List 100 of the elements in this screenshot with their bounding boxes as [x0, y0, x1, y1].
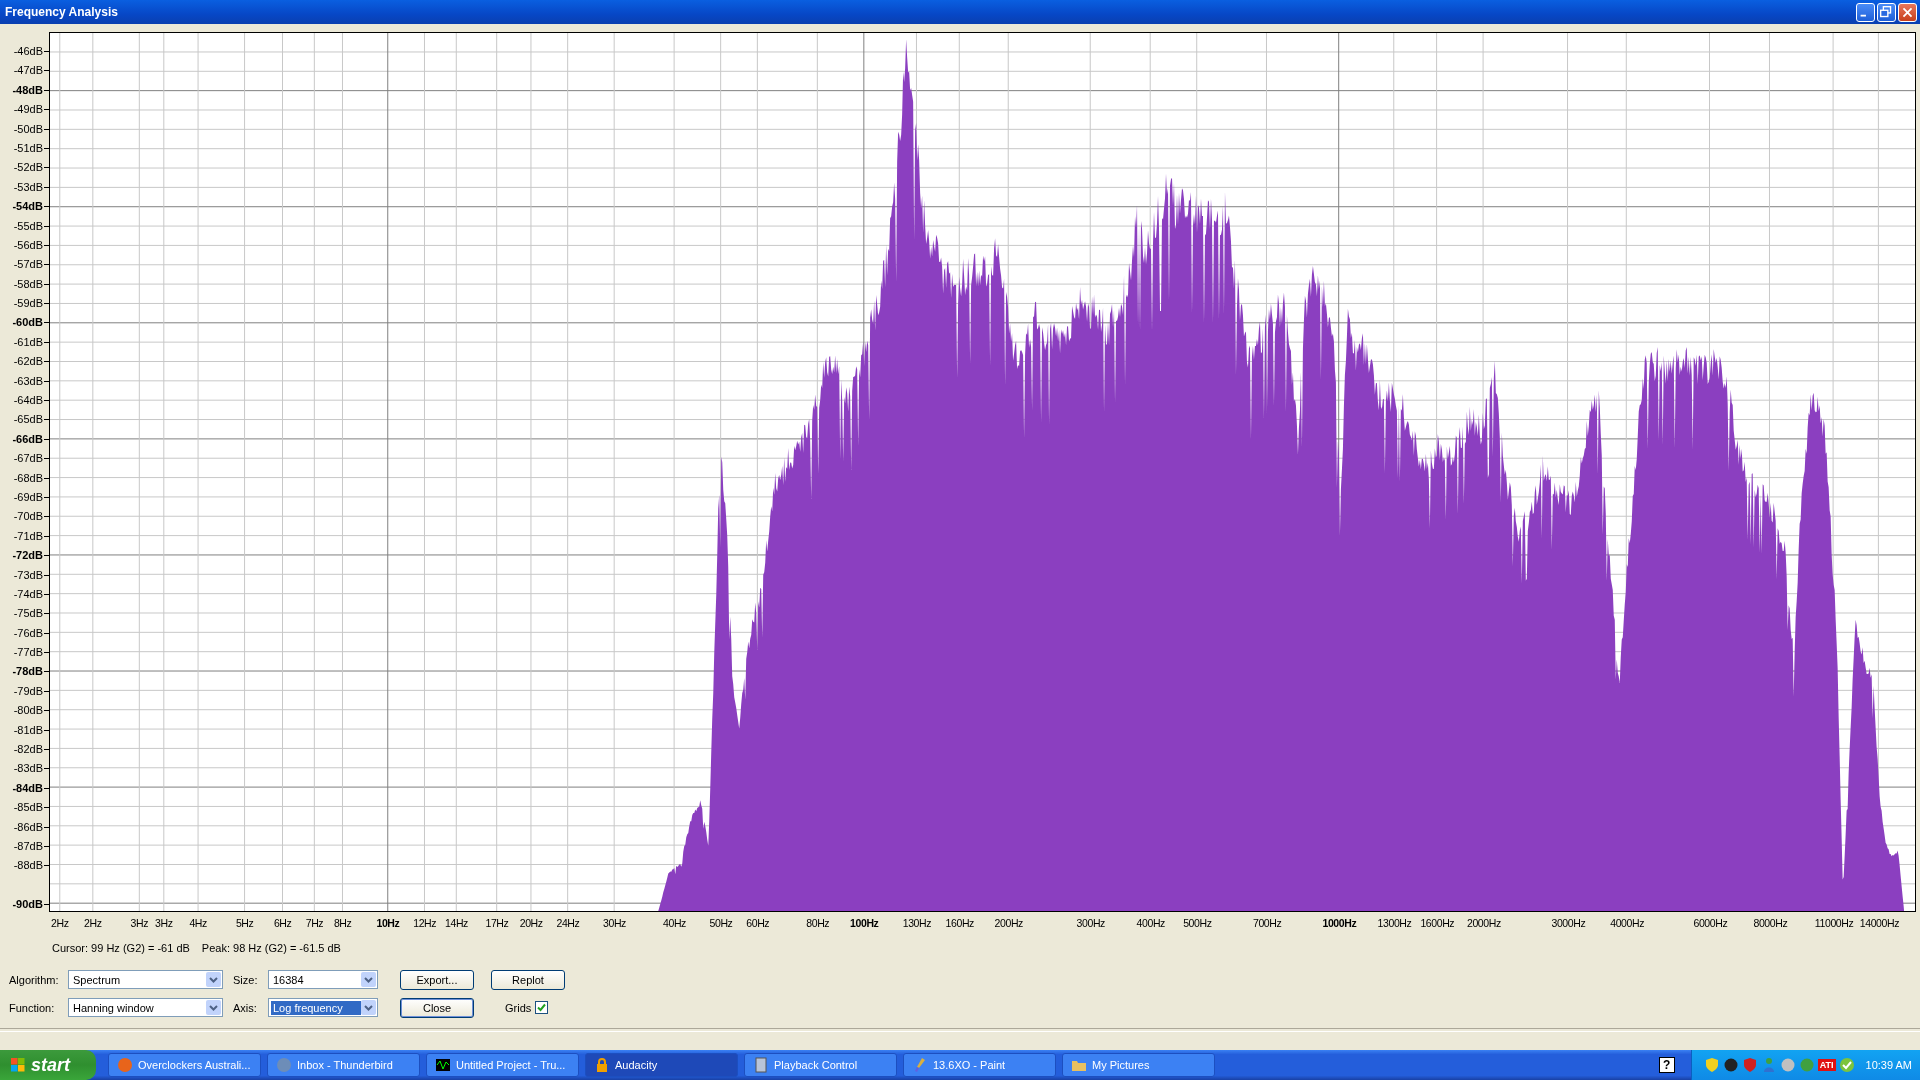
x-axis-label: 4000Hz [1610, 917, 1644, 929]
y-axis-label: -76dB [13, 626, 43, 639]
caret-icon [361, 972, 376, 987]
x-axis-label: 300Hz [1076, 917, 1105, 929]
y-axis-label: -50dB [13, 122, 43, 135]
x-axis-label: 14Hz [445, 917, 468, 929]
y-axis-label: -90dB [12, 898, 43, 911]
waveform-icon [435, 1057, 451, 1073]
y-axis-label: -54dB [12, 200, 43, 213]
lock-icon [594, 1057, 610, 1073]
field-label: Axis: [233, 1001, 258, 1014]
restore-button[interactable] [1877, 2, 1896, 22]
x-axis-label: 24Hz [556, 917, 580, 929]
y-axis-label: -74dB [13, 587, 43, 600]
y-axis-label: -58dB [13, 277, 43, 290]
grids-checkbox[interactable] [535, 1001, 549, 1014]
x-axis-label: 3000Hz [1551, 917, 1586, 929]
taskbar-button[interactable]: Audacity [585, 1053, 738, 1077]
y-axis-label: -67dB [13, 452, 43, 465]
x-axis-label: 60Hz [746, 917, 770, 929]
y-axis-label: -81dB [13, 723, 43, 736]
help-icon[interactable]: ? [1658, 1057, 1675, 1073]
caret-icon [206, 972, 221, 987]
y-axis-label: -59dB [13, 297, 43, 310]
y-axis-label: -62dB [13, 355, 43, 368]
x-axis-label: 4Hz [189, 917, 207, 929]
taskbar-button[interactable]: Untitled Project - Tru... [426, 1053, 579, 1077]
checkbox-label: Grids [505, 1001, 532, 1014]
taskbar-button[interactable]: My Pictures [1062, 1053, 1215, 1077]
field-label: Algorithm: [9, 973, 60, 986]
checkmark-icon[interactable] [1838, 1057, 1855, 1073]
y-axis-label: -66dB [12, 432, 43, 445]
y-axis-label: -65dB [13, 413, 43, 426]
dropdown[interactable]: Spectrum [68, 970, 223, 989]
taskbar-button[interactable]: 13.6XO - Paint [903, 1053, 1056, 1077]
x-axis-label: 3Hz [155, 917, 173, 929]
y-axis-label: -77dB [13, 646, 43, 659]
y-axis-label: -61dB [13, 335, 43, 348]
taskbar-button[interactable]: Playback Control [744, 1053, 897, 1077]
window-title: Frequency Analysis [5, 5, 119, 19]
y-axis-label: -71dB [13, 529, 43, 542]
y-axis-label: -73dB [13, 568, 43, 581]
y-axis-label: -56dB [13, 238, 43, 251]
x-axis-label: 80Hz [806, 917, 830, 929]
y-axis-label: -72dB [12, 549, 43, 562]
x-axis-label: 50Hz [709, 917, 733, 929]
x-axis-label: 3Hz [130, 917, 149, 929]
x-axis-label: 2000Hz [1466, 917, 1501, 929]
brush-icon [912, 1057, 928, 1073]
y-axis-label: -69dB [13, 490, 43, 503]
peak-readout: Peak: 98 Hz (G2) = -61.5 dB [201, 942, 341, 954]
dialog-button[interactable]: Export... [400, 969, 474, 990]
y-axis-label: -63dB [13, 374, 43, 387]
y-axis-label: -57dB [13, 258, 43, 271]
x-axis-label: 6000Hz [1693, 917, 1728, 929]
taskbar-button[interactable]: Inbox - Thunderbird [267, 1053, 420, 1077]
y-axis-label: -88dB [13, 859, 43, 872]
start-button[interactable]: start [0, 1050, 96, 1080]
x-axis-label: 17Hz [485, 917, 509, 929]
dropdown[interactable]: Log frequency [268, 998, 378, 1017]
y-axis-label: -82dB [13, 743, 43, 756]
x-axis-label: 6Hz [273, 917, 292, 929]
x-axis-label: 8000Hz [1753, 917, 1788, 929]
y-axis-label: -52dB [13, 161, 43, 174]
field-label: Size: [233, 973, 259, 986]
y-axis-label: -86dB [13, 820, 43, 833]
cursor-readout: Cursor: 99 Hz (G2) = -61 dB [52, 942, 190, 954]
dialog-button[interactable]: Replot [491, 969, 565, 990]
y-axis-label: -79dB [13, 684, 43, 697]
y-axis-label: -64dB [13, 394, 43, 406]
x-axis-label: 7Hz [305, 917, 324, 929]
x-axis-label: 11000Hz [1814, 917, 1854, 929]
browser-icon [117, 1057, 133, 1073]
x-axis-label: 400Hz [1136, 917, 1165, 929]
y-axis-label: -53dB [13, 180, 43, 193]
y-axis-label: -80dB [13, 704, 43, 717]
x-axis-label: 2Hz [51, 917, 69, 929]
y-axis-label: -48dB [12, 83, 43, 96]
y-axis-label: -84dB [12, 781, 43, 794]
caret-icon [361, 1000, 376, 1015]
x-axis-label: 500Hz [1183, 917, 1212, 929]
windows-flag-icon [10, 1057, 26, 1073]
tray-badge[interactable]: ATI [1817, 1059, 1836, 1071]
close-button[interactable] [1898, 2, 1917, 22]
x-axis-label: 1300Hz [1377, 917, 1412, 929]
dialog-button[interactable]: Close [400, 997, 474, 1018]
x-axis-label: 8Hz [333, 917, 352, 929]
x-axis-label: 5Hz [235, 917, 254, 929]
y-axis-label: -83dB [13, 762, 43, 775]
x-axis-label: 14000Hz [1859, 917, 1899, 929]
x-axis-label: 200Hz [994, 917, 1023, 929]
field-label: Function: [9, 1001, 56, 1014]
y-axis-label: -70dB [13, 510, 43, 523]
taskbar-button[interactable]: Overclockers Australi... [108, 1053, 261, 1077]
dropdown[interactable]: Hanning window [68, 998, 223, 1017]
x-axis-label: 30Hz [603, 917, 626, 929]
minimize-button[interactable] [1856, 2, 1875, 22]
x-axis-label: 2Hz [84, 917, 102, 929]
dropdown[interactable]: 16384 [268, 970, 378, 989]
y-axis-label: -68dB [13, 471, 43, 484]
